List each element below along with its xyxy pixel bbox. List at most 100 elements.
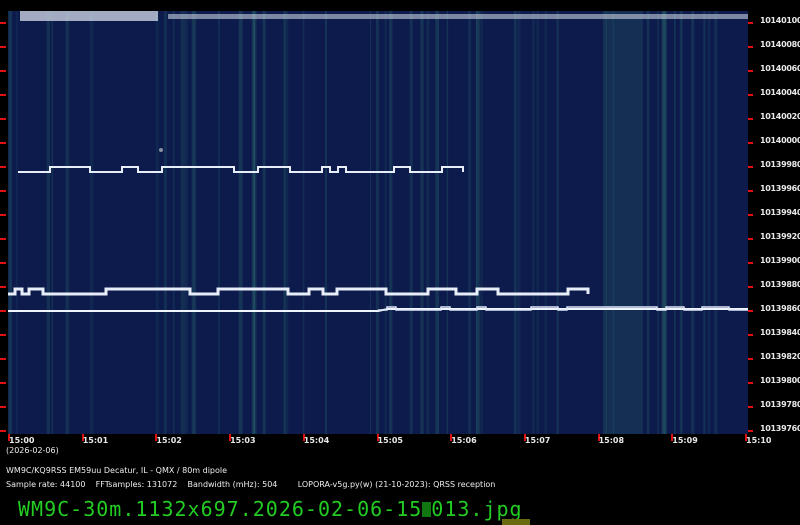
- noise-column: [262, 11, 266, 434]
- y-tick: [748, 382, 753, 384]
- x-axis-label: 15:08: [598, 436, 625, 445]
- y-tick-left: [0, 262, 6, 264]
- filename-title: WM9C-30m.1132x697.2026-02-06-15 013.jpg: [18, 497, 523, 521]
- x-axis-label: 15:02: [156, 436, 182, 445]
- noise-column: [714, 11, 718, 434]
- y-tick-left: [0, 310, 6, 312]
- x-axis-label: 15:00: [9, 436, 35, 445]
- noise-column: [15, 11, 18, 434]
- y-tick: [748, 430, 753, 432]
- y-axis-label: 10140000: [760, 136, 800, 145]
- noise-spot: [159, 148, 163, 152]
- filename-suffix: 013.jpg: [431, 497, 523, 521]
- noise-column: [180, 11, 185, 434]
- qrss-signal-mid: [8, 287, 590, 296]
- noise-column: [384, 11, 387, 434]
- noise-column: [252, 11, 255, 434]
- y-axis-label: 10140060: [760, 64, 800, 73]
- noise-column: [707, 11, 711, 434]
- y-axis-label: 10140080: [760, 40, 800, 49]
- y-axis-label: 10140020: [760, 112, 800, 121]
- noise-column: [46, 11, 51, 434]
- y-tick: [748, 190, 753, 192]
- y-tick: [748, 166, 753, 168]
- noise-column: [163, 11, 167, 434]
- noise-column: [517, 11, 521, 434]
- noise-column: [51, 11, 54, 434]
- noise-column: [531, 11, 535, 434]
- y-tick: [748, 46, 753, 48]
- noise-column: [376, 11, 379, 434]
- y-axis-label: 10139900: [760, 256, 800, 265]
- y-axis-label: 10139920: [760, 232, 800, 241]
- noise-column: [191, 11, 195, 434]
- noise-column: [325, 11, 327, 434]
- noise-column: [420, 11, 424, 434]
- y-axis-label: 10139760: [760, 424, 800, 433]
- y-tick-left: [0, 382, 6, 384]
- y-tick-left: [0, 406, 6, 408]
- y-axis-label: 10139820: [760, 352, 800, 361]
- noise-column: [556, 11, 559, 434]
- scrollbar-thumb[interactable]: [502, 519, 530, 525]
- y-axis-label: 10139840: [760, 328, 800, 337]
- y-tick: [748, 238, 753, 240]
- signal-top-right: [168, 14, 748, 19]
- noise-column: [284, 11, 289, 434]
- capture-parameters: Sample rate: 44100 FFTsamples: 131072 Ba…: [6, 480, 496, 489]
- y-tick: [748, 406, 753, 408]
- noise-column: [446, 11, 449, 434]
- y-tick-left: [0, 46, 6, 48]
- y-axis-label: 10139980: [760, 160, 800, 169]
- noise-band: [603, 11, 643, 434]
- noise-column: [155, 11, 159, 434]
- y-tick: [748, 310, 753, 312]
- station-info: WM9C/KQ9RSS EM59uu Decatur, IL - QMX / 8…: [6, 466, 228, 475]
- filename-prefix: WM9C-30m.1132x697.2026-02-06-15: [18, 497, 423, 521]
- x-axis-label: 15:09: [672, 436, 698, 445]
- y-tick-left: [0, 22, 6, 24]
- noise-column: [238, 11, 243, 434]
- y-tick-left: [0, 358, 6, 360]
- y-tick-left: [0, 166, 6, 168]
- y-tick-left: [0, 334, 6, 336]
- y-axis-label: 10139860: [760, 304, 800, 313]
- y-tick: [748, 286, 753, 288]
- x-axis-label: 15:05: [377, 436, 403, 445]
- noise-column: [409, 11, 413, 434]
- y-axis-label: 10140040: [760, 88, 800, 97]
- noise-column: [674, 11, 676, 434]
- signal-traces: [8, 11, 748, 434]
- spectrogram-waterfall: [8, 11, 748, 434]
- noise-column: [9, 11, 13, 434]
- y-axis-label: 10139940: [760, 208, 800, 217]
- y-tick-left: [0, 70, 6, 72]
- signal-top-left: [20, 11, 158, 21]
- noise-column: [435, 11, 440, 434]
- y-tick-left: [0, 238, 6, 240]
- y-tick: [748, 118, 753, 120]
- noise-column: [426, 11, 430, 434]
- x-axis-label: 15:10: [746, 436, 772, 445]
- y-axis-label: 10139960: [760, 184, 800, 193]
- y-tick-left: [0, 142, 6, 144]
- date-label: (2026-02-06): [6, 446, 59, 455]
- y-tick-left: [0, 286, 6, 288]
- noise-column: [657, 11, 659, 434]
- x-axis-label: 15:07: [524, 436, 551, 445]
- noise-column: [89, 11, 94, 434]
- y-tick-left: [0, 214, 6, 216]
- noise-column: [467, 11, 472, 434]
- y-tick: [748, 22, 753, 24]
- noise-column: [679, 11, 684, 434]
- y-axis-label: 10139800: [760, 376, 800, 385]
- noise-column: [703, 11, 706, 434]
- y-axis-label: 10139780: [760, 400, 800, 409]
- y-tick: [748, 334, 753, 336]
- noise-column: [172, 11, 175, 434]
- text-cursor: [422, 502, 432, 517]
- y-tick: [748, 94, 753, 96]
- noise-column: [390, 11, 393, 434]
- y-tick-left: [0, 190, 6, 192]
- y-tick-left: [0, 430, 6, 432]
